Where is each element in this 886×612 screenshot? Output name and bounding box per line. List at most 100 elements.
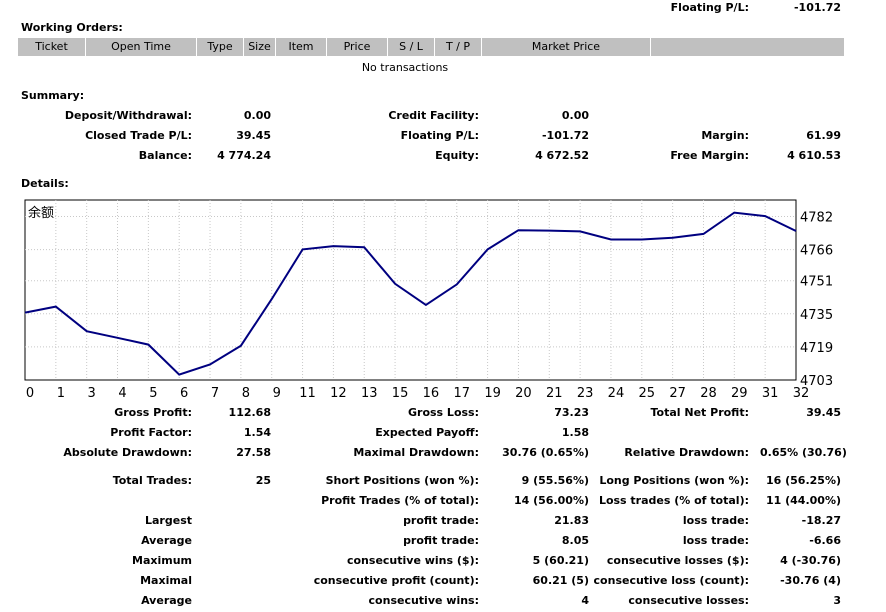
floating-label: Floating P/L:: [400, 129, 479, 142]
col-tp[interactable]: T / P: [435, 38, 482, 56]
col-type[interactable]: Type: [197, 38, 244, 56]
margin-value: 61.99: [806, 129, 841, 142]
trades-label-a: Total Trades:: [112, 474, 192, 487]
trades-value-c: -18.27: [801, 514, 841, 527]
x-tick-label: 0: [26, 386, 34, 401]
trades-label-b: profit trade:: [403, 534, 479, 547]
y-tick-label: 4751: [800, 275, 833, 290]
x-tick-label: 20: [515, 386, 532, 401]
closed-pl-value: 39.45: [236, 129, 271, 142]
trades-value-b: 8.05: [561, 534, 589, 547]
expected-payoff-label: Expected Payoff:: [375, 426, 479, 439]
trades-value-c: 3: [833, 594, 841, 607]
col-price[interactable]: Price: [327, 38, 388, 56]
col-ticket[interactable]: Ticket: [18, 38, 86, 56]
y-tick-label: 4735: [800, 308, 833, 323]
trades-value-b: 9 (55.56%): [521, 474, 589, 487]
free-margin-value: 4 610.53: [787, 149, 841, 162]
trades-label-c: loss trade:: [682, 514, 749, 527]
trades-value-a: 25: [255, 474, 271, 487]
closed-pl-label: Closed Trade P/L:: [85, 129, 192, 142]
no-transactions-text: No transactions: [361, 61, 449, 74]
trades-label-c: Loss trades (% of total):: [598, 494, 749, 507]
col-extra: [651, 38, 844, 56]
trades-value-c: 16 (56.25%): [765, 474, 841, 487]
profit-factor-value: 1.54: [243, 426, 271, 439]
rel-drawdown-label: Relative Drawdown:: [624, 446, 749, 459]
gross-loss-label: Gross Loss:: [408, 406, 479, 419]
x-tick-label: 19: [484, 386, 501, 401]
abs-drawdown-value: 27.58: [236, 446, 271, 459]
balance-value: 4 774.24: [217, 149, 271, 162]
rel-drawdown-value: 0.65% (30.76): [760, 446, 847, 459]
x-tick-label: 12: [330, 386, 347, 401]
x-tick-label: 11: [299, 386, 316, 401]
deposit-value: 0.00: [243, 109, 271, 122]
equity-label: Equity:: [435, 149, 479, 162]
credit-label: Credit Facility:: [388, 109, 479, 122]
trades-label-b: consecutive wins:: [368, 594, 479, 607]
col-open-time[interactable]: Open Time: [86, 38, 197, 56]
equity-value: 4 672.52: [535, 149, 589, 162]
trades-label-c: Long Positions (won %):: [599, 474, 749, 487]
trades-value-b: 60.21 (5): [532, 574, 589, 587]
x-tick-label: 28: [700, 386, 717, 401]
net-profit-label: Total Net Profit:: [650, 406, 750, 419]
profit-factor-label: Profit Factor:: [110, 426, 192, 439]
trades-label-c: consecutive losses ($):: [606, 554, 749, 567]
floating-value: -101.72: [541, 129, 589, 142]
x-tick-label: 5: [149, 386, 157, 401]
trades-label-b: Profit Trades (% of total):: [321, 494, 479, 507]
x-tick-label: 9: [273, 386, 281, 401]
balance-chart: 4782476647514735471947030 1 3 4 5 6 7 8 9 11 12 13 1…: [24, 199, 833, 401]
trades-label-c: consecutive losses:: [628, 594, 749, 607]
top-floating-value: -101.72: [793, 1, 841, 14]
working-orders-title: Working Orders:: [21, 21, 123, 34]
chart-frame: [24, 199, 797, 381]
col-sl[interactable]: S / L: [388, 38, 435, 56]
trades-value-b: 4: [581, 594, 589, 607]
expected-payoff-value: 1.58: [561, 426, 589, 439]
x-tick-label: 13: [361, 386, 378, 401]
top-floating-label: Floating P/L:: [670, 1, 749, 14]
x-tick-label: 31: [762, 386, 779, 401]
trades-label-a: Maximal: [140, 574, 192, 587]
trades-value-b: 21.83: [554, 514, 589, 527]
max-drawdown-value: 30.76 (0.65%): [502, 446, 589, 459]
x-tick-label: 27: [669, 386, 686, 401]
x-tick-label: 23: [577, 386, 594, 401]
x-tick-label: 32: [793, 386, 810, 401]
col-size[interactable]: Size: [244, 38, 276, 56]
trades-value-c: 4 (-30.76): [780, 554, 841, 567]
free-margin-label: Free Margin:: [670, 149, 749, 162]
trades-value-b: 14 (56.00%): [513, 494, 589, 507]
trades-label-b: profit trade:: [403, 514, 479, 527]
x-tick-label: 3: [88, 386, 96, 401]
trades-value-c: -30.76 (4): [780, 574, 841, 587]
col-item[interactable]: Item: [276, 38, 327, 56]
balance-label: Balance:: [138, 149, 192, 162]
x-tick-label: 4: [118, 386, 126, 401]
chart-title: 余额: [28, 205, 54, 221]
trades-label-a: Average: [141, 594, 192, 607]
gross-profit-value: 112.68: [228, 406, 271, 419]
details-title: Details:: [21, 177, 69, 190]
trades-label-c: loss trade:: [682, 534, 749, 547]
summary-title: Summary:: [21, 89, 85, 102]
x-tick-label: 25: [639, 386, 656, 401]
x-tick-label: 17: [453, 386, 470, 401]
trades-value-c: 11 (44.00%): [765, 494, 841, 507]
gross-profit-label: Gross Profit:: [114, 406, 192, 419]
trades-label-a: Average: [141, 534, 192, 547]
trades-label-a: Largest: [145, 514, 192, 527]
trades-label-c: consecutive loss (count):: [593, 574, 749, 587]
gross-loss-value: 73.23: [554, 406, 589, 419]
trades-label-b: consecutive profit (count):: [313, 574, 479, 587]
trades-value-c: -6.66: [809, 534, 841, 547]
y-tick-label: 4782: [800, 211, 833, 226]
x-tick-label: 29: [731, 386, 748, 401]
x-tick-label: 8: [242, 386, 250, 401]
trades-value-b: 5 (60.21): [532, 554, 589, 567]
col-market-price[interactable]: Market Price: [482, 38, 651, 56]
y-tick-label: 4719: [800, 341, 833, 356]
